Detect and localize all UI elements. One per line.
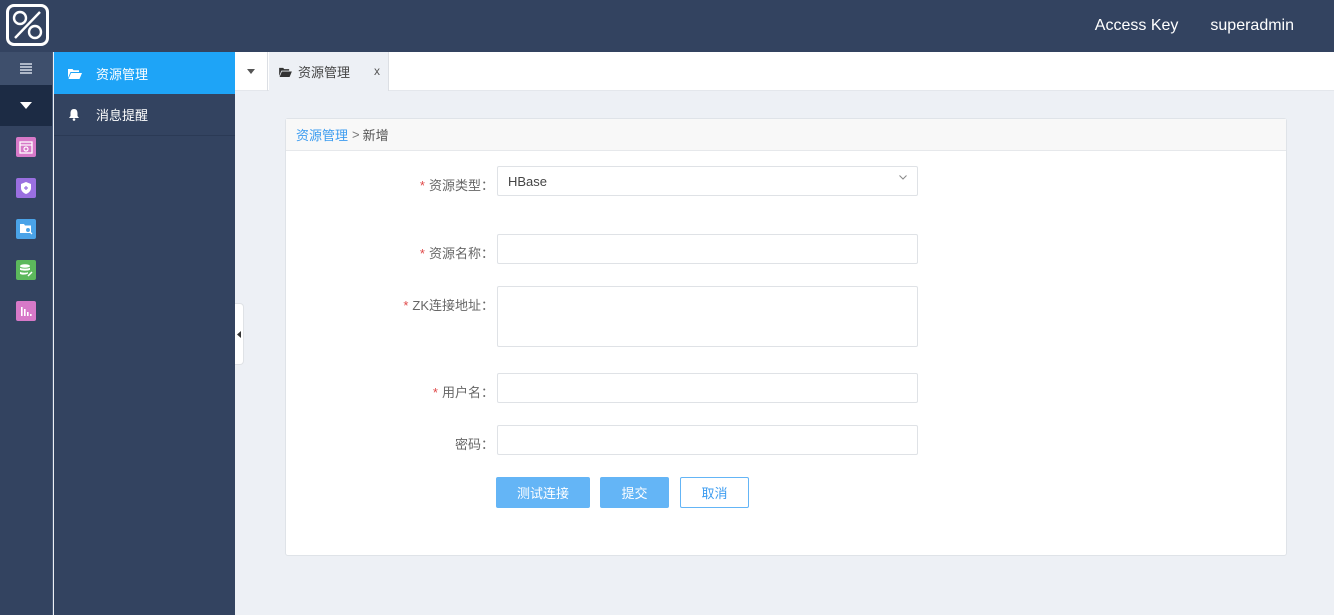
nav-item-resource-management[interactable]: 资源管理 <box>54 52 235 94</box>
rail-item-database[interactable] <box>0 249 52 290</box>
form-row-password: 密码： <box>286 434 496 453</box>
test-connection-button[interactable]: 测试连接 <box>496 477 590 508</box>
rail-item-stats[interactable] <box>0 290 52 331</box>
password-label: 密码： <box>454 437 494 452</box>
menu-lines-icon <box>20 63 32 74</box>
caret-down-icon <box>20 102 32 109</box>
bar-chart-icon <box>16 300 36 321</box>
breadcrumb: 资源管理 > 新增 <box>286 119 1286 151</box>
zk-address-label: * ZK连接地址： <box>403 298 494 313</box>
zk-address-textarea[interactable] <box>497 286 918 347</box>
rail-item-search[interactable] <box>0 208 52 249</box>
tab-bar: 资源管理 x <box>235 52 1334 91</box>
percent-logo-icon <box>12 10 43 40</box>
cancel-button[interactable]: 取消 <box>680 477 749 508</box>
app-logo[interactable] <box>6 4 49 46</box>
folder-open-icon <box>279 67 292 77</box>
password-input[interactable] <box>497 425 918 455</box>
database-edit-icon <box>16 259 36 280</box>
required-mark: * <box>432 385 438 400</box>
side-nav: 资源管理 消息提醒 <box>54 52 235 615</box>
nav-item-label: 消息提醒 <box>96 108 149 123</box>
caret-left-icon <box>237 330 241 338</box>
folder-search-icon <box>16 218 36 239</box>
rail-expand-button[interactable] <box>0 85 52 126</box>
calendar-settings-icon <box>16 136 36 157</box>
required-mark: * <box>403 298 409 313</box>
username-label: * 用户名： <box>432 385 494 400</box>
rail-item-calendar[interactable] <box>0 126 52 167</box>
resource-type-label: * 资源类型： <box>419 178 494 193</box>
resource-type-value: HBase <box>508 173 548 189</box>
tab-list-dropdown[interactable] <box>235 52 268 91</box>
required-mark: * <box>419 246 425 261</box>
form-panel: 资源管理 > 新增 * 资源类型： HBase * 资源名称： * ZK连接地址： *… <box>285 118 1287 556</box>
top-header: Access Key superadmin <box>0 0 1334 52</box>
tab-close-button[interactable]: x <box>374 64 380 78</box>
form-row-resource-type: * 资源类型： <box>286 175 496 194</box>
shield-icon <box>16 177 36 198</box>
nav-item-label: 资源管理 <box>96 66 149 82</box>
caret-down-icon <box>247 69 255 74</box>
resource-name-input[interactable] <box>497 234 918 264</box>
sidebar-collapse-handle[interactable] <box>235 303 244 365</box>
menu-toggle-button[interactable] <box>0 52 52 85</box>
form-row-zk-address: * ZK连接地址： <box>286 295 496 314</box>
resource-type-select[interactable]: HBase <box>497 166 918 196</box>
required-mark: * <box>419 178 425 193</box>
submit-button[interactable]: 提交 <box>600 477 669 508</box>
form-row-resource-name: * 资源名称： <box>286 243 496 262</box>
icon-rail <box>0 52 53 615</box>
nav-item-message-alerts[interactable]: 消息提醒 <box>54 94 235 136</box>
tab-label: 资源管理 <box>298 65 351 80</box>
breadcrumb-separator: > <box>352 127 360 142</box>
breadcrumb-current: 新增 <box>362 128 389 143</box>
username-input[interactable] <box>497 373 918 403</box>
resource-name-label: * 资源名称： <box>419 246 494 261</box>
folder-open-icon <box>68 68 84 79</box>
chevron-down-icon <box>899 175 907 180</box>
breadcrumb-link[interactable]: 资源管理 <box>296 125 348 144</box>
access-key-link[interactable]: Access Key <box>1095 17 1179 35</box>
tab-resource-management[interactable]: 资源管理 x <box>269 52 389 91</box>
user-menu[interactable]: superadmin <box>1210 17 1294 35</box>
bell-icon <box>68 108 84 121</box>
rail-item-security[interactable] <box>0 167 52 208</box>
form-row-username: * 用户名： <box>286 382 496 401</box>
